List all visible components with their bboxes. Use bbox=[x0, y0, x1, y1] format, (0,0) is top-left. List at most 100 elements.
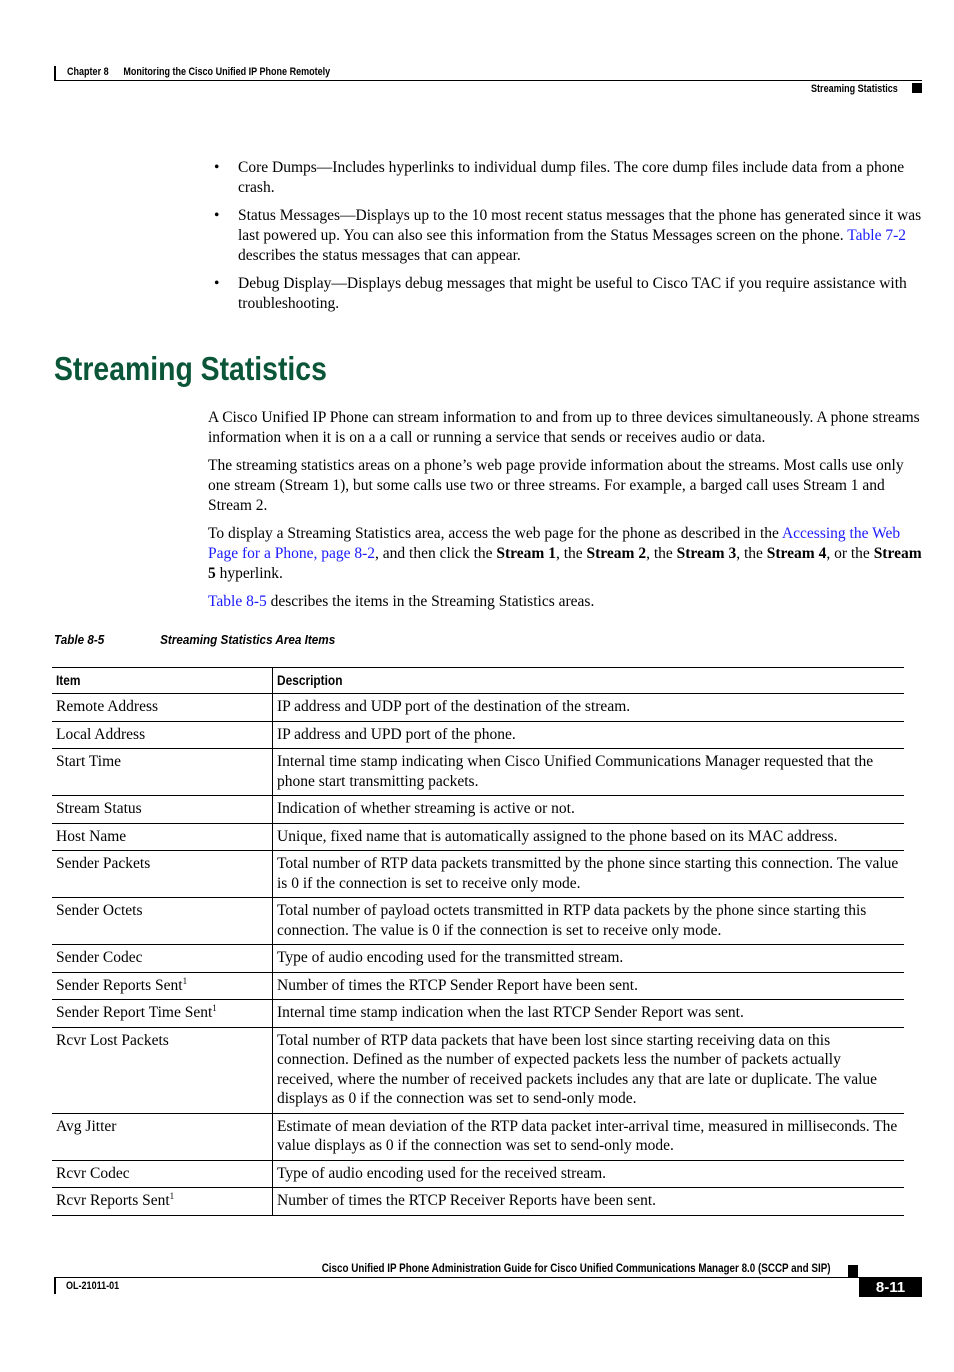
bullet-item-status-messages: • Status Messages—Displays up to the 10 … bbox=[214, 206, 926, 266]
bullet-text: —Includes hyperlinks to individual dump … bbox=[238, 159, 905, 196]
item-name: Remote Address bbox=[56, 698, 159, 715]
table-caption: Table 8-5 Streaming Statistics Area Items bbox=[54, 632, 335, 647]
table-row: Start Time Internal time stamp indicating… bbox=[52, 748, 904, 796]
table-row: Sender Report Time Sent1 Internal time st… bbox=[52, 999, 904, 1028]
cell-item: Sender Octets bbox=[52, 897, 273, 945]
paragraph-intro: A Cisco Unified IP Phone can stream info… bbox=[208, 409, 920, 446]
footnote-marker: 1 bbox=[169, 1191, 175, 1201]
header-left-bar bbox=[54, 66, 56, 80]
stream-1-label: Stream 1 bbox=[496, 545, 556, 562]
item-name: Sender Reports Sent bbox=[56, 976, 183, 994]
bullet-text-end: describes the status messages that can a… bbox=[238, 247, 521, 264]
cell-description: Unique, fixed name that is automatically… bbox=[272, 823, 904, 851]
footer-doc-number: OL-21011-01 bbox=[66, 1280, 120, 1292]
item-name: Sender Octets bbox=[56, 902, 143, 919]
streaming-statistics-table: Item Description Remote Address IP addres… bbox=[52, 667, 904, 1216]
cell-item: Stream Status bbox=[52, 795, 273, 824]
paragraph-table-ref: Table 8-5 describes the items in the Str… bbox=[208, 592, 928, 612]
cell-description: Total number of payload octets transmitt… bbox=[272, 897, 904, 945]
text: , the bbox=[736, 545, 767, 562]
item-name: Rcvr Reports Sent bbox=[56, 1192, 170, 1209]
table-row: Remote Address IP address and UDP port of… bbox=[52, 693, 904, 722]
bullet-item-core-dumps: • Core Dumps—Includes hyperlinks to indi… bbox=[214, 158, 926, 198]
table-row: Host Name Unique, fixed name that is auto… bbox=[52, 823, 904, 851]
item-name: Sender Codec bbox=[56, 949, 143, 966]
link-table-8-5[interactable]: Table 8-5 bbox=[208, 593, 267, 610]
page-number: 8-11 bbox=[859, 1278, 922, 1297]
bullet-icon: • bbox=[214, 159, 220, 176]
item-name: Rcvr Lost Packets bbox=[56, 1031, 169, 1049]
chapter-title: Monitoring the Cisco Unified IP Phone Re… bbox=[123, 66, 331, 78]
text: To display a Streaming Statistics area, … bbox=[208, 525, 782, 542]
cell-description: Total number of RTP data packets transmi… bbox=[272, 850, 904, 898]
cell-item: Rcvr Codec bbox=[52, 1160, 273, 1188]
cell-item: Start Time bbox=[52, 748, 273, 796]
cell-item: Rcvr Lost Packets bbox=[52, 1027, 273, 1114]
cell-description: Total number of RTP data packets that ha… bbox=[272, 1027, 904, 1114]
cell-description: IP address and UDP port of the destinati… bbox=[272, 693, 904, 722]
bullet-text: —Displays debug messages that might be u… bbox=[238, 275, 907, 312]
table-body: Remote Address IP address and UDP port of… bbox=[52, 693, 904, 1216]
cell-item: Local Address bbox=[52, 721, 273, 749]
cell-item: Sender Report Time Sent1 bbox=[52, 999, 273, 1028]
footnote-marker: 1 bbox=[182, 975, 188, 986]
item-name: Stream Status bbox=[56, 800, 142, 817]
table-row: Rcvr Reports Sent1 Number of times the RT… bbox=[52, 1187, 904, 1216]
table-row: Sender Octets Total number of payload oct… bbox=[52, 897, 904, 945]
item-name: Sender Report Time Sent bbox=[56, 1004, 213, 1021]
footer-left-bar bbox=[54, 1277, 56, 1294]
cell-item: Sender Codec bbox=[52, 944, 273, 973]
cell-description: Number of times the RTCP Sender Report h… bbox=[272, 972, 904, 1000]
table-row: Sender Reports Sent1 Number of times the … bbox=[52, 972, 904, 1000]
cell-description: Type of audio encoding used for the rece… bbox=[272, 1160, 904, 1188]
cell-description: Internal time stamp indicating when Cisc… bbox=[272, 748, 904, 796]
cell-item: Sender Reports Sent1 bbox=[52, 972, 273, 1000]
bullet-text: —Displays up to the 10 most recent statu… bbox=[238, 207, 922, 244]
table-row: Avg Jitter Estimate of mean deviation of … bbox=[52, 1113, 904, 1161]
footer-rule bbox=[54, 1277, 922, 1278]
table-row: Sender Packets Total number of RTP data p… bbox=[52, 850, 904, 898]
cell-item: Host Name bbox=[52, 823, 273, 851]
header-marker-block bbox=[912, 83, 922, 93]
bullet-list: • Core Dumps—Includes hyperlinks to indi… bbox=[214, 158, 926, 322]
bullet-term: Status Messages bbox=[238, 207, 341, 224]
text: describes the items in the Streaming Sta… bbox=[266, 593, 595, 610]
column-header-item: Item bbox=[52, 667, 273, 694]
cell-description: Estimate of mean deviation of the RTP da… bbox=[272, 1113, 904, 1161]
cell-item: Rcvr Reports Sent1 bbox=[52, 1187, 273, 1216]
item-name: Rcvr Codec bbox=[56, 1164, 130, 1182]
bullet-icon: • bbox=[214, 207, 220, 224]
text: , the bbox=[646, 545, 677, 562]
item-name: Avg Jitter bbox=[56, 1117, 117, 1135]
running-header-section: Streaming Statistics bbox=[811, 83, 898, 95]
item-name: Host Name bbox=[56, 827, 127, 845]
footnote-marker: 1 bbox=[212, 1003, 217, 1013]
stream-3-label: Stream 3 bbox=[676, 545, 737, 562]
cell-description: Internal time stamp indication when the … bbox=[272, 999, 904, 1028]
table-row: Rcvr Codec Type of audio encoding used fo… bbox=[52, 1160, 904, 1188]
bullet-term: Core Dumps bbox=[238, 159, 317, 176]
table-header-row: Item Description bbox=[52, 667, 904, 694]
cell-description: Number of times the RTCP Receiver Report… bbox=[272, 1187, 904, 1216]
bullet-term: Debug Display bbox=[238, 275, 332, 292]
text: , the bbox=[555, 545, 587, 562]
text: , or the bbox=[826, 545, 874, 562]
header-text: Item bbox=[56, 672, 81, 688]
table-row: Sender Codec Type of audio encoding used … bbox=[52, 944, 904, 973]
table-row: Local Address IP address and UPD port of … bbox=[52, 721, 904, 749]
link-table-7-2[interactable]: Table 7-2 bbox=[847, 227, 906, 244]
bullet-item-debug-display: • Debug Display—Displays debug messages … bbox=[214, 274, 926, 314]
table-caption-title: Streaming Statistics Area Items bbox=[160, 632, 336, 647]
cell-item: Sender Packets bbox=[52, 850, 273, 898]
item-name: Sender Packets bbox=[56, 855, 151, 872]
column-header-description: Description bbox=[272, 667, 904, 694]
running-header-chapter: Chapter 8 Monitoring the Cisco Unified IP… bbox=[67, 66, 330, 78]
text: hyperlink. bbox=[215, 565, 283, 582]
cell-description: Indication of whether streaming is activ… bbox=[272, 795, 904, 824]
cell-item: Remote Address bbox=[52, 693, 273, 722]
footer-marker-block bbox=[848, 1265, 858, 1277]
cell-item: Avg Jitter bbox=[52, 1113, 273, 1161]
paragraph-streams: The streaming statistics areas on a phon… bbox=[208, 457, 904, 514]
section-heading: Streaming Statistics bbox=[54, 350, 327, 387]
cell-description: IP address and UPD port of the phone. bbox=[272, 721, 904, 749]
